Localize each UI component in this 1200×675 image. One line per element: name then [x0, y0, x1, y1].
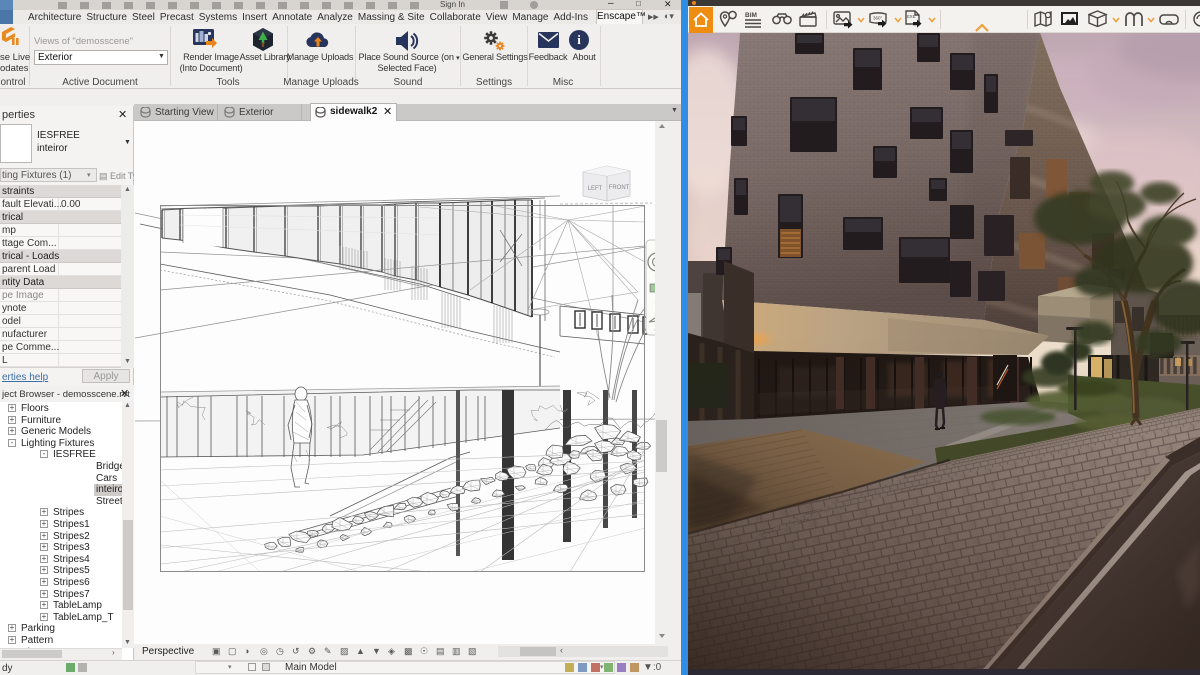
svg-text:BIM: BIM: [745, 12, 757, 19]
svg-text:FRONT: FRONT: [609, 185, 630, 191]
svg-text:360°: 360°: [873, 16, 883, 21]
svg-text:LEFT: LEFT: [588, 186, 603, 192]
svg-text:EXE: EXE: [907, 14, 916, 19]
